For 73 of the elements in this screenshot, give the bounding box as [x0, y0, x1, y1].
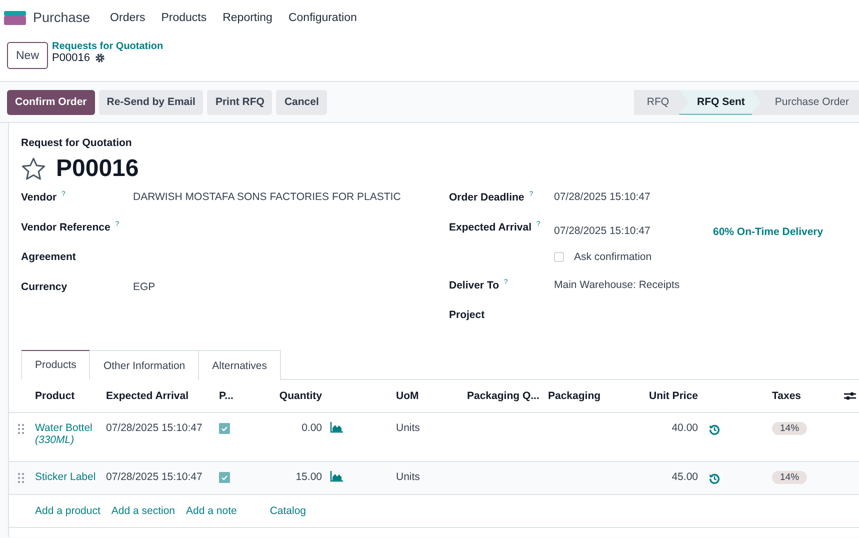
drag-handle-icon[interactable] — [18, 424, 24, 434]
status-stage[interactable]: RFQ — [634, 90, 680, 114]
table-cell-text: 40.00 — [670, 422, 698, 434]
checkbox[interactable] — [219, 472, 230, 483]
menu-item[interactable]: Reporting — [214, 12, 280, 24]
gear-icon[interactable] — [94, 53, 105, 63]
add-line-link[interactable]: Add a section — [111, 505, 176, 517]
field-label: Vendor $^{?}$ — [21, 191, 66, 204]
tab[interactable]: Other Information — [89, 350, 200, 380]
table-cell-text: Units — [396, 422, 421, 434]
checkbox[interactable] — [219, 423, 230, 434]
forecast-chart-icon[interactable] — [330, 422, 343, 433]
table-cell-text: 45.00 — [670, 471, 698, 483]
tax-tag: 14% — [772, 422, 808, 435]
app-name[interactable]: Purchase — [33, 10, 90, 25]
tab[interactable]: Alternatives — [198, 350, 281, 380]
checkbox[interactable] — [554, 252, 564, 262]
app-logo-icon — [4, 10, 26, 24]
action-button[interactable]: Cancel — [276, 90, 327, 114]
status-stage[interactable]: Purchase Order — [760, 90, 859, 114]
status-stage[interactable]: RFQ Sent — [679, 90, 761, 114]
checkbox-label: Ask confirmation — [574, 251, 652, 263]
add-line-link[interactable]: Add a product — [35, 505, 100, 517]
history-icon[interactable] — [709, 424, 720, 435]
product-link[interactable]: Sticker Label — [35, 471, 106, 483]
record-name: P00016 — [52, 52, 90, 64]
forecast-chart-icon[interactable] — [330, 471, 343, 482]
menu-item[interactable]: Configuration — [280, 12, 365, 24]
history-icon[interactable] — [709, 473, 720, 484]
field-value: 07/28/2025 15:10:47 — [554, 191, 652, 203]
column-header[interactable]: Expected Arrival — [106, 390, 219, 402]
on-time-delivery-label: 60% On-Time Delivery — [713, 226, 824, 238]
action-button[interactable]: Print RFQ — [207, 90, 272, 114]
table-cell-text: 15.00 — [294, 471, 322, 483]
column-header[interactable]: Quantity — [264, 390, 322, 402]
column-header[interactable]: UoM — [396, 390, 467, 402]
action-button[interactable]: Re-Send by Email — [98, 90, 204, 114]
field-value: Main Warehouse: Receipts — [554, 279, 681, 291]
add-line-link[interactable]: Add a note — [186, 505, 237, 517]
menu-item[interactable]: Orders — [102, 12, 154, 24]
menu-item[interactable]: Products — [153, 12, 215, 24]
tax-tag: 14% — [772, 471, 808, 484]
field-value: EGP — [133, 281, 156, 293]
field-value: 07/28/2025 15:10:47 — [554, 225, 652, 237]
field-label: Vendor Reference $^{?}$ — [21, 221, 120, 234]
field-value: DARWISH MOSTAFA SONS FACTORIES FOR PLASTIC — [133, 191, 401, 203]
settings-icon[interactable] — [844, 391, 856, 401]
column-header[interactable]: Unit Price — [630, 390, 698, 402]
column-header[interactable]: Packaging Q... — [467, 390, 548, 402]
action-button[interactable]: Confirm Order — [7, 90, 95, 114]
column-header[interactable]: Product — [35, 390, 106, 402]
product-link[interactable]: Water Bottel (330ML) — [35, 422, 106, 446]
column-header[interactable]: Packaging — [548, 390, 630, 402]
field-label: Order Deadline $^{?}$ — [449, 191, 534, 204]
table-cell-text: 0.00 — [300, 422, 322, 434]
table-cell-text: 07/28/2025 15:10:47 — [106, 422, 204, 434]
table-cell-text: 07/28/2025 15:10:47 — [106, 471, 204, 483]
form-subtitle: Request for Quotation — [20, 136, 132, 149]
field-label: Currency — [21, 281, 68, 293]
star-icon[interactable] — [21, 157, 46, 181]
field-label: Expected Arrival $^{?}$ — [449, 221, 542, 234]
field-label: Project — [449, 309, 486, 321]
field-label: Agreement — [21, 251, 77, 263]
field-label: Deliver To $^{?}$ — [449, 279, 509, 292]
record-title: P00016 — [56, 155, 139, 183]
breadcrumb-link[interactable]: Requests for Quotation — [52, 41, 164, 52]
add-line-link[interactable]: Catalog — [270, 505, 306, 517]
column-header[interactable]: P... — [219, 390, 264, 402]
table-cell-text: Units — [396, 471, 421, 483]
drag-handle-icon[interactable] — [18, 473, 24, 483]
column-header[interactable]: Taxes — [772, 390, 840, 402]
tab[interactable]: Products — [21, 350, 90, 380]
new-button[interactable]: New — [7, 42, 48, 69]
